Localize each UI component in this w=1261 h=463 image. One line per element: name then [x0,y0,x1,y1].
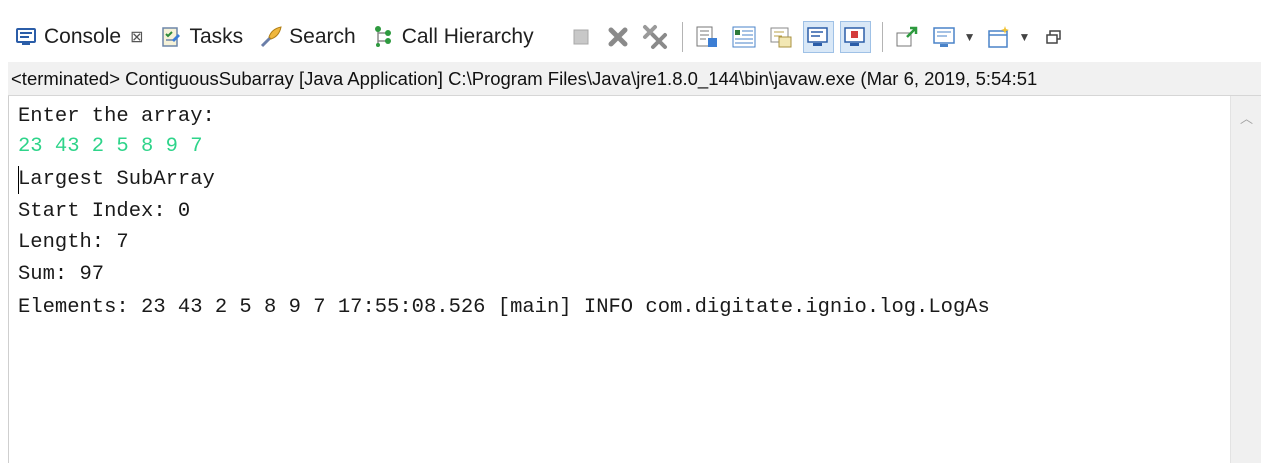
view-tab-bar: Console ⊠ Tasks Search Call Hierarchy ▼ … [8,12,1261,62]
process-status-line: <terminated> ContiguousSubarray [Java Ap… [8,62,1261,96]
display-selected-console-icon[interactable] [892,21,923,53]
pin-console-icon[interactable] [839,21,871,53]
toolbar-separator [881,22,883,52]
tab-search-label: Search [289,25,356,48]
show-console-on-output-icon[interactable] [766,21,797,53]
tab-search[interactable]: Search [253,12,366,62]
console-input-line: 23 43 2 5 8 9 7 [18,135,203,158]
remove-all-terminated-icon[interactable] [640,21,671,53]
toolbar-separator [681,22,683,52]
console-line: Enter the array: [18,105,215,128]
text-caret [18,166,19,194]
show-console-on-error-icon[interactable] [802,21,834,53]
open-console-icon[interactable] [929,21,960,53]
chevron-down-icon[interactable]: ▼ [1018,30,1030,44]
scroll-lock-icon[interactable] [692,21,723,53]
tab-call-hierarchy[interactable]: Call Hierarchy [366,12,544,62]
terminate-icon[interactable] [566,21,597,53]
minimize-icon[interactable] [1038,21,1069,53]
call-hierarchy-icon [372,25,396,49]
tab-call-hierarchy-label: Call Hierarchy [401,25,534,48]
tab-console-label: Console [44,25,122,48]
scroll-up-icon[interactable]: ︿ [1240,108,1253,127]
new-console-view-icon[interactable] [983,21,1014,53]
tasks-icon [159,25,183,49]
search-icon [259,25,283,49]
vertical-scrollbar[interactable]: ︿ [1230,96,1261,463]
console-toolbar: ▼ ▼ [566,12,1076,62]
console-icon [14,25,38,49]
console-line: Elements: 23 43 2 5 8 9 7 17:55:08.526 [… [18,296,990,319]
console-line: Largest SubArray [18,168,215,191]
word-wrap-icon[interactable] [729,21,760,53]
close-icon[interactable]: ⊠ [130,27,143,47]
console-output[interactable]: Enter the array: 23 43 2 5 8 9 7 Largest… [8,96,1230,463]
tab-tasks-label: Tasks [189,25,244,48]
console-line: Start Index: 0 [18,200,191,223]
chevron-down-icon[interactable]: ▼ [964,30,976,44]
console-line: Sum: 97 [18,263,105,286]
remove-launch-icon[interactable] [603,21,634,53]
console-line: Length: 7 [18,231,129,254]
tab-tasks[interactable]: Tasks [153,12,253,62]
console-view: Console ⊠ Tasks Search Call Hierarchy ▼ … [0,0,1261,463]
tab-console[interactable]: Console ⊠ [8,12,154,62]
